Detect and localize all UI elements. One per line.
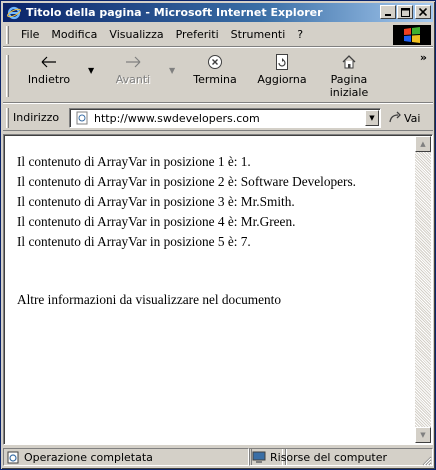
menu-bar-grip[interactable]	[6, 25, 9, 44]
menu-strumenti[interactable]: Strumenti	[225, 28, 292, 41]
stop-label: Termina	[193, 73, 237, 86]
refresh-button[interactable]: Aggiorna	[251, 52, 313, 100]
my-computer-icon	[252, 450, 266, 464]
scroll-up-icon: ▲	[420, 140, 426, 148]
address-input[interactable]: http://www.swdevelopers.com ▼	[69, 108, 381, 128]
menu-preferiti[interactable]: Preferiti	[170, 28, 225, 41]
close-icon	[419, 8, 427, 16]
document-line: Il contenuto di ArrayVar in posizione 2 …	[17, 174, 356, 189]
address-bar-grip[interactable]	[6, 107, 9, 128]
refresh-label: Aggiorna	[257, 73, 307, 86]
forward-label: Avanti	[115, 73, 151, 86]
maximize-button[interactable]	[397, 5, 413, 19]
vertical-scrollbar[interactable]: ▲ ▼	[415, 136, 431, 443]
address-dropdown-button[interactable]: ▼	[365, 110, 379, 126]
forward-arrow-icon	[125, 52, 141, 72]
done-page-icon	[6, 450, 20, 464]
menu-help[interactable]: ?	[291, 28, 309, 41]
go-label: Vai	[404, 111, 421, 125]
back-arrow-icon	[41, 52, 57, 72]
document-line: Il contenuto di ArrayVar in posizione 3 …	[17, 194, 295, 209]
document-body: Il contenuto di ArrayVar in posizione 1 …	[17, 152, 415, 310]
refresh-icon	[275, 52, 289, 72]
status-bar: Operazione completata Risorse del comput…	[3, 447, 433, 467]
menu-file[interactable]: File	[15, 28, 45, 41]
scroll-up-button[interactable]: ▲	[415, 136, 431, 152]
back-label: Indietro	[27, 73, 71, 86]
page-icon	[74, 110, 90, 126]
status-message: Operazione completata	[24, 450, 153, 464]
home-button[interactable]: Pagina iniziale	[321, 52, 377, 100]
resize-grip-icon[interactable]	[420, 454, 432, 466]
minimize-button[interactable]	[380, 5, 396, 19]
standard-toolbar: Indietro ▼ Avanti ▼ Termina Aggiorna Pag…	[3, 49, 433, 103]
caption-buttons	[379, 5, 431, 19]
menu-modifica[interactable]: Modifica	[45, 28, 103, 41]
toolbar-chevron-icon[interactable]: »	[420, 51, 427, 64]
back-dropdown-icon[interactable]: ▼	[88, 66, 94, 75]
stop-button[interactable]: Termina	[187, 52, 243, 100]
back-button[interactable]: Indietro	[23, 52, 75, 100]
browser-window: Titolo della pagina - Microsoft Internet…	[0, 0, 436, 470]
document-footer-text: Altre informazioni da visualizzare nel d…	[17, 292, 281, 307]
internet-explorer-icon[interactable]	[6, 5, 22, 21]
home-label: Pagina iniziale	[329, 73, 369, 99]
minimize-icon	[385, 14, 391, 16]
status-zone: Risorse del computer	[270, 450, 388, 464]
chevron-down-icon: ▼	[369, 114, 375, 122]
menu-bar: File Modifica Visualizza Preferiti Strum…	[3, 23, 433, 47]
scroll-down-button[interactable]: ▼	[415, 427, 431, 443]
home-icon	[341, 52, 357, 72]
maximize-icon	[400, 7, 410, 17]
menu-visualizza[interactable]: Visualizza	[103, 28, 169, 41]
forward-dropdown-icon[interactable]: ▼	[169, 66, 175, 75]
address-bar: Indirizzo http://www.swdevelopers.com ▼ …	[3, 105, 433, 131]
window-title: Titolo della pagina - Microsoft Internet…	[26, 6, 323, 19]
windows-flag-icon	[404, 27, 420, 43]
scroll-down-icon: ▼	[420, 431, 426, 439]
windows-logo	[393, 25, 431, 45]
status-message-panel: Operazione completata	[3, 448, 249, 466]
stop-icon	[207, 52, 223, 72]
address-url[interactable]: http://www.swdevelopers.com	[94, 112, 260, 125]
title-bar[interactable]: Titolo della pagina - Microsoft Internet…	[3, 3, 433, 22]
go-arrow-icon	[389, 111, 401, 126]
document-line: Il contenuto di ArrayVar in posizione 5 …	[17, 234, 251, 249]
document-viewport[interactable]: Il contenuto di ArrayVar in posizione 1 …	[3, 134, 433, 445]
close-button[interactable]	[415, 5, 431, 19]
status-zone-panel: Risorse del computer	[249, 448, 433, 466]
forward-button[interactable]: Avanti	[107, 52, 159, 100]
document-line: Il contenuto di ArrayVar in posizione 1 …	[17, 154, 251, 169]
address-label: Indirizzo	[13, 111, 60, 124]
go-button[interactable]: Vai	[389, 110, 420, 126]
document-line: Il contenuto di ArrayVar in posizione 4 …	[17, 214, 296, 229]
toolbar-grip[interactable]	[6, 55, 9, 97]
